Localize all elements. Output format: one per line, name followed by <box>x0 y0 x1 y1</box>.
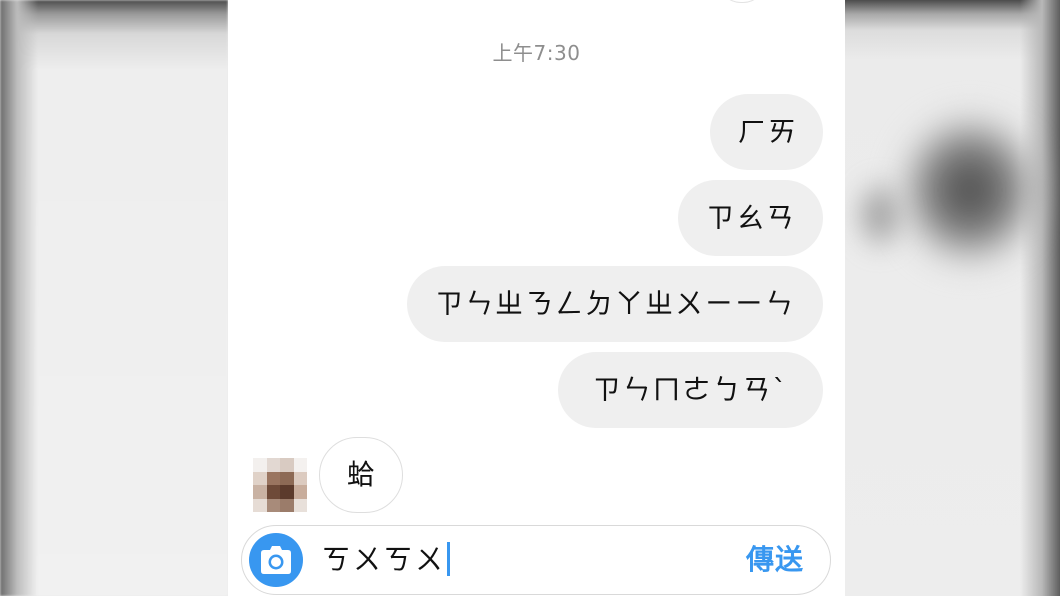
sent-message-bubble[interactable]: ㄏㄞ <box>710 94 823 170</box>
sent-message-bubble[interactable]: ㄗㄣㄓㄋㄥㄉㄚㄓㄨㄧㄧㄣ <box>407 266 823 342</box>
camera-icon <box>261 546 291 574</box>
chat-screen: 上午7:30 ㄏㄞ ㄗㄠㄢ ㄗㄣㄓㄋㄥㄉㄚㄓㄨㄧㄧㄣ ㄗㄣㄇㄜㄅㄢˋ 蛤 ㄎㄨㄎ… <box>228 0 845 596</box>
camera-button[interactable] <box>249 533 303 587</box>
send-button[interactable]: 傳送 <box>746 540 804 580</box>
message-composer: ㄎㄨㄎㄨ 傳送 <box>241 525 831 595</box>
background-blur <box>850 175 910 255</box>
received-message-bubble[interactable]: 蛤 <box>319 437 403 513</box>
message-input-value: ㄎㄨㄎㄨ <box>322 543 447 576</box>
text-cursor <box>447 542 450 576</box>
sender-avatar[interactable] <box>253 458 307 512</box>
background-right <box>845 0 1060 596</box>
message-input[interactable]: ㄎㄨㄎㄨ <box>322 540 450 580</box>
sent-message-bubble[interactable]: ㄗㄠㄢ <box>678 180 823 256</box>
sent-message-bubble[interactable]: ㄗㄣㄇㄜㄅㄢˋ <box>558 352 823 428</box>
avatar <box>718 0 766 3</box>
background-blur <box>895 110 1045 270</box>
background-left <box>0 0 228 596</box>
message-timestamp: 上午7:30 <box>492 41 581 65</box>
